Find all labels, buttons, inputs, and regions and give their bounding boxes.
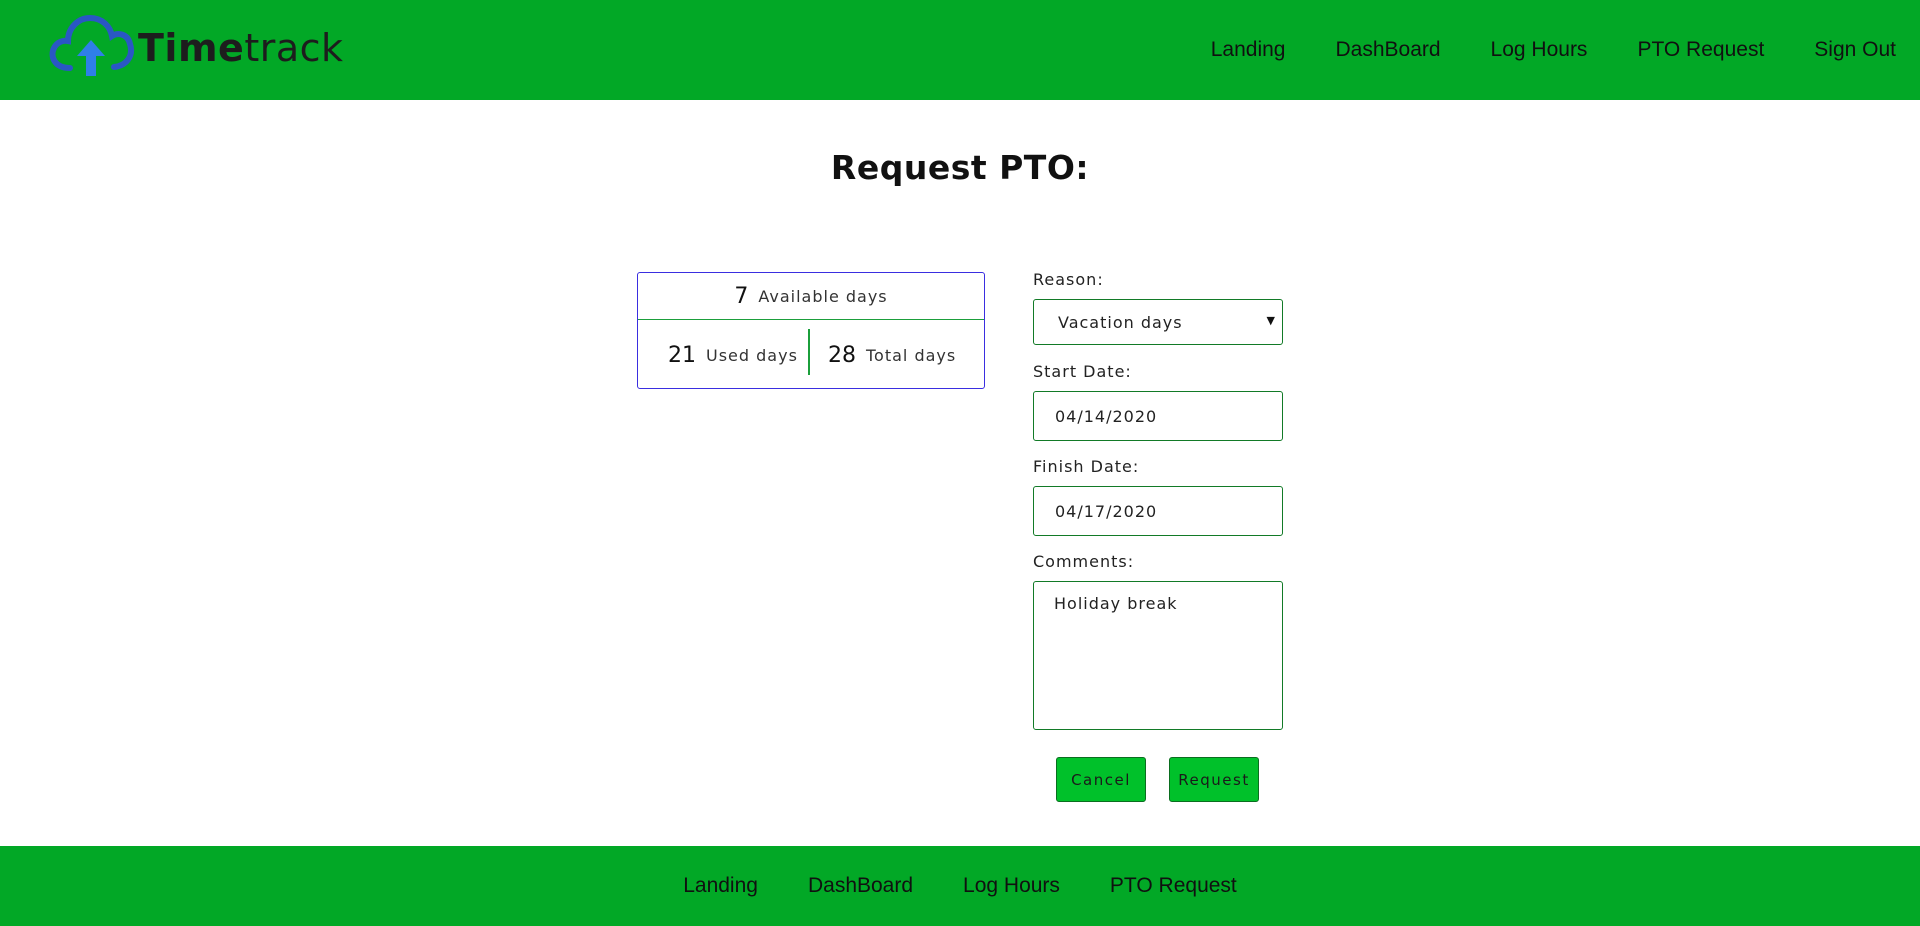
used-days: 21 Used days <box>668 321 798 389</box>
cancel-button[interactable]: Cancel <box>1056 757 1146 802</box>
brand-bold: Time <box>138 26 245 70</box>
stats-divider <box>808 329 810 375</box>
start-date-input[interactable]: 04/14/2020 <box>1033 391 1283 441</box>
total-days-value: 28 <box>828 342 856 368</box>
reason-label: Reason: <box>1033 270 1104 289</box>
footer: Landing DashBoard Log Hours PTO Request <box>0 846 1920 926</box>
brand-light: track <box>244 26 344 70</box>
footer-nav-dashboard[interactable]: DashBoard <box>808 874 913 898</box>
header-nav: Landing DashBoard Log Hours PTO Request … <box>1161 0 1896 100</box>
nav-log-hours[interactable]: Log Hours <box>1491 38 1588 62</box>
start-date-label: Start Date: <box>1033 362 1132 381</box>
logo[interactable]: Timetrack <box>48 12 348 88</box>
available-days-label: Available days <box>758 286 888 306</box>
comments-textarea[interactable]: Holiday break <box>1033 581 1283 730</box>
finish-date-value: 04/17/2020 <box>1055 502 1158 521</box>
days-breakdown-row: 21 Used days 28 Total days <box>638 321 984 389</box>
nav-pto-request[interactable]: PTO Request <box>1637 38 1764 62</box>
nav-landing[interactable]: Landing <box>1211 38 1286 62</box>
finish-date-input[interactable]: 04/17/2020 <box>1033 486 1283 536</box>
available-days-row: 7 Available days <box>638 273 984 320</box>
footer-nav-log-hours[interactable]: Log Hours <box>963 874 1060 898</box>
reason-select-value: Vacation days <box>1058 313 1183 332</box>
used-days-label: Used days <box>706 345 798 365</box>
footer-nav: Landing DashBoard Log Hours PTO Request <box>0 846 1920 926</box>
footer-nav-landing[interactable]: Landing <box>683 874 758 898</box>
footer-nav-pto-request[interactable]: PTO Request <box>1110 874 1237 898</box>
brand-name: Timetrack <box>138 26 344 70</box>
chevron-down-icon: ▼ <box>1266 314 1276 327</box>
total-days-label: Total days <box>866 345 957 365</box>
available-days-value: 7 <box>734 283 749 309</box>
page-title: Request PTO: <box>830 148 1090 187</box>
comments-value: Holiday break <box>1054 594 1178 613</box>
nav-dashboard[interactable]: DashBoard <box>1335 38 1440 62</box>
total-days: 28 Total days <box>828 321 956 389</box>
pto-stats-card: 7 Available days 21 Used days 28 Total d… <box>637 272 985 389</box>
comments-label: Comments: <box>1033 552 1135 571</box>
reason-select[interactable]: Vacation days ▼ <box>1033 299 1283 345</box>
finish-date-label: Finish Date: <box>1033 457 1140 476</box>
used-days-value: 21 <box>668 342 696 368</box>
request-button[interactable]: Request <box>1169 757 1259 802</box>
header: Timetrack Landing DashBoard Log Hours PT… <box>0 0 1920 100</box>
start-date-value: 04/14/2020 <box>1055 407 1158 426</box>
cloud-upload-icon <box>49 14 134 76</box>
nav-sign-out[interactable]: Sign Out <box>1814 38 1896 62</box>
